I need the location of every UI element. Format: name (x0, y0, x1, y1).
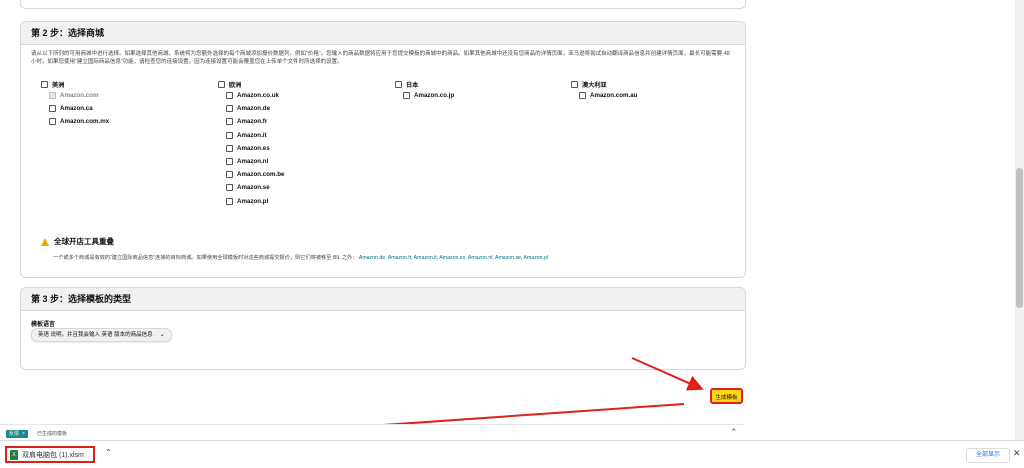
marketplace-amazon-com-be[interactable]: Amazon.com.be (226, 168, 284, 181)
region-checkbox-europe[interactable]: 欧洲 (218, 79, 284, 89)
chevron-up-icon[interactable]: ⌃ (105, 448, 112, 457)
checkbox[interactable] (579, 92, 586, 100)
warning-heading: 全球开店工具重叠 (41, 236, 114, 247)
region-europe: 欧洲 Amazon.co.uk Amazon.de Amazon.fr Amaz… (218, 79, 284, 208)
template-language-label: 模板语言 (31, 322, 56, 328)
download-bar: X 双肩电脑包 (1).xlsm ⌃ (0, 440, 1024, 468)
excel-file-icon: X (10, 449, 18, 460)
feedback-button[interactable]: 反馈 × (6, 430, 28, 438)
chevron-down-icon: ⌄ (159, 332, 165, 338)
close-icon[interactable]: ✕ (1013, 448, 1021, 459)
region-checkbox-americas[interactable]: 美洲 (41, 79, 109, 89)
marketplace-amazon-com: Amazon.com (49, 89, 109, 102)
checkbox[interactable] (226, 171, 233, 179)
marketplace-amazon-it[interactable]: Amazon.it (226, 129, 284, 142)
warning-marketplace-links[interactable]: Amazon.de, Amazon.fr, Amazon.it, Amazon.… (359, 255, 548, 261)
page-scrollbar[interactable] (1015, 0, 1024, 440)
checkbox[interactable] (226, 131, 233, 139)
show-all-button[interactable]: 全部显示 (966, 448, 1010, 463)
warning-icon (41, 237, 49, 246)
download-file-name: 双肩电脑包 (1).xlsm (22, 451, 84, 459)
region-japan: 日本 Amazon.co.jp (395, 79, 454, 102)
marketplace-amazon-com-au[interactable]: Amazon.com.au (579, 89, 637, 102)
checkbox[interactable] (403, 92, 410, 100)
checkbox[interactable] (226, 92, 233, 100)
step3-title: 第 3 步：选择模板的类型 (21, 288, 745, 311)
checkbox[interactable] (395, 80, 402, 88)
marketplace-amazon-de[interactable]: Amazon.de (226, 102, 284, 115)
step2-description: 请从以下所列的可用商城中进行选择。如果选择其他商城，系统将为您额外选择的每个商城… (31, 51, 730, 65)
warning-note: 一个或多个商城是有效的“建立国际商品信息”连接的目标商城。如果使用全球模板时对这… (53, 255, 549, 261)
bottom-bar: 反馈 × 已生成的模板 ⌃ (0, 424, 744, 441)
previous-panel-edge (20, 0, 746, 9)
region-australia: 澳大利亚 Amazon.com.au (571, 79, 637, 102)
step3-panel: 第 3 步：选择模板的类型 模板语言 英语 说明，并且我会输入 英语 版本的商品… (20, 287, 746, 370)
close-icon[interactable]: × (22, 431, 25, 437)
marketplace-amazon-nl[interactable]: Amazon.nl (226, 155, 284, 168)
template-language-select[interactable]: 英语 说明，并且我会输入 英语 版本的商品信息 ⌄ (31, 328, 172, 342)
marketplace-amazon-es[interactable]: Amazon.es (226, 142, 284, 155)
checkbox[interactable] (218, 80, 225, 88)
chevron-up-icon[interactable]: ⌃ (730, 427, 738, 438)
marketplace-amazon-co-uk[interactable]: Amazon.co.uk (226, 89, 284, 102)
checkbox[interactable] (226, 118, 233, 126)
checkbox[interactable] (49, 105, 56, 113)
download-item[interactable]: X 双肩电脑包 (1).xlsm (5, 446, 95, 463)
scrollbar-thumb[interactable] (1016, 168, 1023, 308)
marketplace-amazon-se[interactable]: Amazon.se (226, 181, 284, 194)
step2-title: 第 2 步：选择商城 (21, 22, 745, 45)
marketplace-amazon-fr[interactable]: Amazon.fr (226, 115, 284, 128)
marketplace-amazon-ca[interactable]: Amazon.ca (49, 102, 109, 115)
marketplace-amazon-pl[interactable]: Amazon.pl (226, 195, 284, 208)
checkbox[interactable] (226, 144, 233, 152)
checkbox[interactable] (49, 118, 56, 126)
generate-template-button[interactable]: 生成模板 (710, 388, 743, 404)
checkbox-checked (49, 92, 56, 100)
checkbox[interactable] (571, 80, 578, 88)
checkbox[interactable] (41, 80, 48, 88)
region-checkbox-japan[interactable]: 日本 (395, 79, 454, 89)
checkbox[interactable] (226, 197, 233, 205)
checkbox[interactable] (226, 158, 233, 166)
marketplace-amazon-co-jp[interactable]: Amazon.co.jp (403, 89, 454, 102)
marketplace-amazon-com-mx[interactable]: Amazon.com.mx (49, 115, 109, 128)
checkbox[interactable] (226, 105, 233, 113)
region-checkbox-australia[interactable]: 澳大利亚 (571, 79, 637, 89)
checkbox[interactable] (226, 184, 233, 192)
step2-panel: 第 2 步：选择商城 请从以下所列的可用商城中进行选择。如果选择其他商城，系统将… (20, 21, 746, 278)
region-americas: 美洲 Amazon.com Amazon.ca Amazon.com.mx (41, 79, 109, 129)
generated-templates-label[interactable]: 已生成的模板 (37, 430, 67, 437)
